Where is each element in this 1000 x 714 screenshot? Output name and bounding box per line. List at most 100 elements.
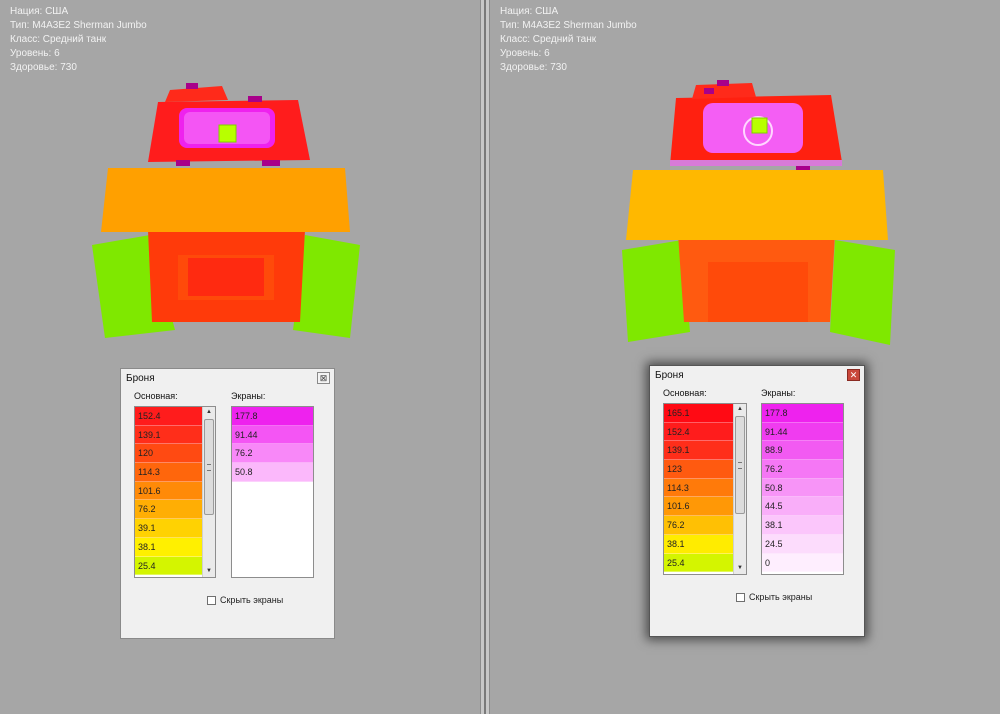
armor-value: 88.9: [765, 445, 783, 456]
armor-value: 38.1: [138, 541, 156, 552]
armor-row[interactable]: 44.5: [762, 497, 843, 517]
armor-value: 24.5: [765, 538, 783, 549]
armor-value: 0: [765, 557, 771, 568]
scroll-up-icon[interactable]: ▲: [203, 407, 215, 418]
upper-hull: [101, 168, 350, 232]
armor-value: 76.2: [138, 504, 156, 515]
armor-row[interactable]: 114.3: [135, 463, 203, 482]
armor-value: 44.5: [765, 501, 783, 512]
armor-row[interactable]: 0: [762, 553, 843, 573]
armor-row[interactable]: 120: [135, 444, 203, 464]
screens-list[interactable]: 177.8 91.44 76.2 50.8: [231, 406, 314, 578]
tank-model[interactable]: [0, 0, 480, 360]
armor-row[interactable]: 24.5: [762, 534, 843, 554]
armor-row[interactable]: 76.2: [664, 516, 734, 535]
armor-value: 76.2: [765, 464, 783, 475]
scroll-up-icon[interactable]: ▲: [734, 404, 746, 415]
scroll-thumb[interactable]: [735, 416, 745, 514]
armor-value: 39.1: [138, 523, 156, 534]
screens-list[interactable]: 177.8 91.44 88.9 76.2 50.8 44.5 38.1 24.5 0: [761, 403, 844, 575]
left-viewport[interactable]: Нация: США Тип: M4A3E2 Sherman Jumbo Кла…: [0, 0, 480, 714]
armor-row[interactable]: 123: [664, 460, 734, 479]
armor-value: 101.6: [667, 501, 690, 512]
scroll-thumb[interactable]: [204, 419, 214, 515]
checkbox-box[interactable]: [207, 595, 216, 605]
armor-value: 152.4: [138, 411, 161, 421]
upper-hull: [626, 170, 888, 240]
armor-value: 152.4: [667, 426, 690, 437]
main-armor-header: Основная:: [134, 391, 178, 401]
main-armor-list[interactable]: 165.1 152.4 139.1 123 114.3 101.6 76.2 38.1 25.4…: [663, 403, 747, 575]
window-title: Броня: [126, 373, 155, 384]
armor-row[interactable]: 165.1: [664, 404, 734, 423]
close-button[interactable]: ⊠: [317, 372, 330, 384]
armor-value: 177.8: [765, 408, 788, 418]
scroll-down-icon[interactable]: ▼: [734, 563, 746, 574]
gun-barrel: [218, 124, 237, 143]
armor-row[interactable]: 76.2: [232, 444, 313, 464]
armor-row[interactable]: 38.1: [762, 516, 843, 535]
armor-value: 38.1: [765, 520, 783, 531]
armor-row[interactable]: 139.1: [135, 425, 203, 445]
armor-value: 120: [138, 448, 154, 459]
scrollbar[interactable]: ▲ ▼: [202, 407, 215, 577]
armor-row[interactable]: 177.8: [232, 407, 313, 426]
armor-row[interactable]: 25.4: [664, 553, 734, 573]
scroll-down-icon[interactable]: ▼: [203, 566, 215, 577]
split-divider[interactable]: [480, 0, 490, 714]
armor-row[interactable]: 152.4: [135, 407, 203, 426]
turret-hatch: [186, 83, 198, 89]
hide-screens-label: Скрыть экраны: [749, 592, 813, 602]
close-icon: ✕: [849, 370, 858, 380]
close-button[interactable]: ✕: [847, 369, 860, 381]
hide-screens-checkbox[interactable]: Скрыть экраны: [736, 592, 812, 602]
hull-bolt-left: [176, 160, 190, 166]
armor-value: 123: [667, 464, 683, 475]
window-title: Броня: [655, 370, 684, 381]
turret-periscope: [248, 96, 262, 102]
tank-model[interactable]: [490, 0, 1000, 360]
armor-row[interactable]: 101.6: [135, 481, 203, 501]
armor-value: 76.2: [667, 520, 685, 531]
armor-row[interactable]: 91.44: [762, 422, 843, 442]
main-armor-list[interactable]: 152.4 139.1 120 114.3 101.6 76.2 39.1 38.1 25.4 …: [134, 406, 216, 578]
scrollbar[interactable]: ▲ ▼: [733, 404, 746, 574]
armor-value: 50.8: [765, 482, 783, 493]
armor-value: 76.2: [235, 448, 253, 459]
armor-row[interactable]: 152.4: [664, 422, 734, 442]
close-icon: ⊠: [319, 373, 328, 383]
turret-periscope: [704, 88, 714, 94]
hide-screens-checkbox[interactable]: Скрыть экраны: [207, 595, 283, 605]
armor-window[interactable]: Броня ⊠ Основная: Экраны: 152.4 139.1 120 1…: [120, 368, 335, 639]
lower-hull-recess: [188, 258, 264, 296]
armor-row[interactable]: 76.2: [135, 500, 203, 520]
armor-value: 91.44: [765, 426, 788, 437]
armor-row[interactable]: 38.1: [664, 534, 734, 554]
armor-row[interactable]: 88.9: [762, 441, 843, 461]
armor-row[interactable]: 139.1: [664, 441, 734, 461]
armor-value: 165.1: [667, 408, 690, 418]
armor-row[interactable]: 91.44: [232, 425, 313, 445]
screens-header: Экраны:: [761, 388, 796, 398]
armor-row[interactable]: 39.1: [135, 519, 203, 538]
main-armor-header: Основная:: [663, 388, 707, 398]
armor-value: 139.1: [138, 429, 161, 440]
armor-value: 114.3: [667, 482, 689, 493]
armor-row[interactable]: 101.6: [664, 497, 734, 517]
checkbox-box[interactable]: [736, 592, 745, 602]
armor-row[interactable]: 50.8: [762, 478, 843, 498]
armor-value: 38.1: [667, 538, 685, 549]
armor-value: 25.4: [667, 557, 685, 568]
armor-row[interactable]: 76.2: [762, 460, 843, 479]
armor-window[interactable]: Броня ✕ Основная: Экраны: 165.1 152.4 139.…: [649, 365, 865, 637]
armor-row[interactable]: 177.8: [762, 404, 843, 423]
armor-value: 114.3: [138, 467, 160, 478]
armor-row[interactable]: 114.3: [664, 478, 734, 498]
screens-header: Экраны:: [231, 391, 266, 401]
right-track: [830, 240, 895, 345]
armor-row[interactable]: 50.8: [232, 463, 313, 482]
hide-screens-label: Скрыть экраны: [220, 595, 284, 605]
armor-row[interactable]: 38.1: [135, 537, 203, 557]
armor-row[interactable]: 25.4: [135, 556, 203, 576]
armor-value: 139.1: [667, 445, 690, 456]
